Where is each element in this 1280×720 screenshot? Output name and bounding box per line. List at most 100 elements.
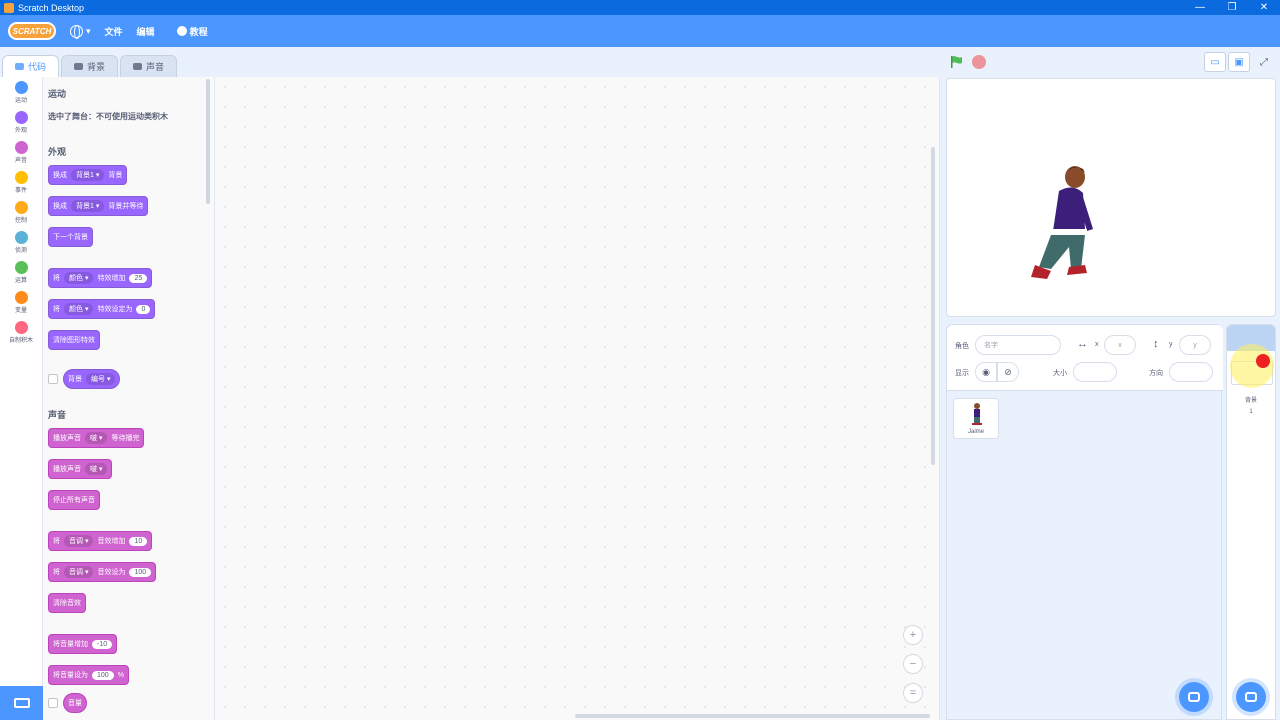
workspace-vertical-scrollbar[interactable] <box>931 147 935 465</box>
backdrop-dropdown[interactable]: 背景1 ▾ <box>71 169 105 181</box>
start-sound-block[interactable]: 播放声音 啵 ▾ <box>48 459 113 479</box>
minimize-button[interactable]: — <box>1184 0 1216 15</box>
sprite-name-input[interactable]: 名字 <box>975 335 1061 355</box>
hide-eye-icon[interactable]: ⊘ <box>997 362 1019 382</box>
category-label: 事件 <box>14 187 27 194</box>
sound-effect-dropdown[interactable]: 音调 ▾ <box>64 535 94 547</box>
clear-effects-block[interactable]: 清除图形特效 <box>48 330 100 350</box>
sprite-label: 角色 <box>955 343 969 350</box>
effect-dropdown[interactable]: 颜色 ▾ <box>64 272 94 284</box>
block-text: % <box>117 671 124 679</box>
switch-backdrop-wait-block[interactable]: 换成 背景1 ▾ 背景并等待 <box>48 196 149 216</box>
block-text: 换成 <box>53 203 67 210</box>
zoom-out-button[interactable]: − <box>903 654 923 674</box>
zoom-reset-button[interactable]: = <box>903 683 923 703</box>
zoom-in-button[interactable]: + <box>903 625 923 645</box>
switch-backdrop-block[interactable]: 换成 背景1 ▾ 背景 <box>48 165 128 185</box>
script-workspace[interactable]: + − = <box>215 77 940 720</box>
category-looks[interactable]: 外观 <box>0 107 42 137</box>
stage-canvas[interactable] <box>946 78 1276 317</box>
category-my-blocks[interactable]: 自制积木 <box>0 317 42 347</box>
volume-change-input[interactable]: -10 <box>92 639 113 649</box>
category-sensing[interactable]: 侦测 <box>0 227 42 257</box>
block-text: 将音量增加 <box>53 641 88 648</box>
volume-reporter[interactable]: 音量 <box>63 693 87 713</box>
size-input[interactable] <box>1073 362 1117 382</box>
category-dot-icon <box>14 260 28 274</box>
play-sound-until-done-block[interactable]: 播放声音 啵 ▾ 等待播完 <box>48 428 145 448</box>
tab-backdrops[interactable]: 背景 <box>61 55 119 77</box>
backdrop-attr-dropdown[interactable]: 编号 ▾ <box>86 373 116 385</box>
block-text: 将 <box>53 569 60 576</box>
next-backdrop-block[interactable]: 下一个背景 <box>48 227 93 247</box>
sound-effect-value-input[interactable]: 100 <box>129 567 152 577</box>
direction-input[interactable] <box>1169 362 1213 382</box>
menu-bar: SCRATCH ▾ 文件 编辑 教程 <box>0 15 1280 47</box>
sprite-tile-jaime[interactable]: Jaime <box>953 398 999 439</box>
tutorials-menu[interactable]: 教程 <box>176 25 208 38</box>
scratch-logo[interactable]: SCRATCH <box>8 22 56 40</box>
category-label: 控制 <box>14 217 27 224</box>
show-eye-icon[interactable]: ◉ <box>975 362 997 382</box>
change-sound-effect-block[interactable]: 将 音调 ▾ 音效增加 10 <box>48 531 153 551</box>
green-flag-icon[interactable] <box>949 55 963 69</box>
backdrop-dropdown[interactable]: 背景1 ▾ <box>71 200 105 212</box>
small-stage-button[interactable]: ▭ <box>1204 52 1226 72</box>
change-effect-block[interactable]: 将 颜色 ▾ 特效增加 25 <box>48 268 153 288</box>
extension-icon <box>13 698 30 708</box>
block-text: 背景 <box>108 172 123 179</box>
sprite-thumbnail <box>972 403 982 425</box>
y-label: y <box>1169 341 1173 348</box>
large-stage-button[interactable]: ▣ <box>1228 52 1250 72</box>
stop-icon[interactable] <box>972 55 986 69</box>
category-control[interactable]: 控制 <box>0 197 42 227</box>
change-volume-block[interactable]: 将音量增加 -10 <box>48 634 118 654</box>
choose-sprite-button[interactable] <box>1179 682 1209 712</box>
editor-tabs: 代码 背景 声音 <box>0 47 215 77</box>
sound-dropdown[interactable]: 啵 ▾ <box>85 463 108 475</box>
sound-effect-dropdown[interactable]: 音调 ▾ <box>64 566 94 578</box>
backdrop-label: 背景 <box>1244 398 1257 404</box>
backdrop-number-reporter[interactable]: 背景 编号 ▾ <box>63 369 121 389</box>
tab-sounds[interactable]: 声音 <box>120 55 178 77</box>
fullscreen-button[interactable]: ⤢ <box>1253 52 1275 72</box>
globe-icon <box>70 24 83 39</box>
block-text: 将 <box>53 538 60 545</box>
effect-amount-input[interactable]: 25 <box>129 273 148 283</box>
motion-disabled-note: 选中了舞台：不可使用运动类积木 <box>48 112 168 121</box>
show-label: 显示 <box>955 370 969 377</box>
effect-dropdown[interactable]: 颜色 ▾ <box>64 303 94 315</box>
choose-backdrop-button[interactable] <box>1236 682 1266 712</box>
category-sound[interactable]: 声音 <box>0 137 42 167</box>
maximize-button[interactable]: ❐ <box>1216 0 1248 15</box>
x-arrows-icon: ↔ <box>1077 338 1088 350</box>
set-effect-block[interactable]: 将 颜色 ▾ 特效设定为 0 <box>48 299 156 319</box>
tab-code[interactable]: 代码 <box>2 55 60 77</box>
stop-all-sounds-block[interactable]: 停止所有声音 <box>48 490 100 510</box>
workspace-horizontal-scrollbar[interactable] <box>575 714 930 718</box>
x-position-input[interactable]: x <box>1104 335 1136 355</box>
sound-effect-amount-input[interactable]: 10 <box>129 536 148 546</box>
sound-dropdown[interactable]: 啵 ▾ <box>85 432 108 444</box>
edit-menu[interactable]: 编辑 <box>137 25 155 38</box>
clear-sound-effects-block[interactable]: 清除音效 <box>48 593 86 613</box>
backdrop-number-checkbox[interactable] <box>48 374 58 384</box>
palette-scrollbar[interactable] <box>206 79 210 204</box>
file-menu[interactable]: 文件 <box>105 25 123 38</box>
category-menu: 运动 外观 声音 事件 控制 侦测 运算 变量 自制积木 <box>0 77 43 720</box>
category-events[interactable]: 事件 <box>0 167 42 197</box>
mouse-cursor-icon <box>1256 354 1270 368</box>
category-motion[interactable]: 运动 <box>0 77 42 107</box>
set-sound-effect-block[interactable]: 将 音调 ▾ 音效设为 100 <box>48 562 157 582</box>
close-button[interactable]: ✕ <box>1248 0 1280 15</box>
sprite-jaime-on-stage[interactable] <box>947 79 1276 317</box>
category-variables[interactable]: 变量 <box>0 287 42 317</box>
y-position-input[interactable]: y <box>1179 335 1211 355</box>
volume-checkbox[interactable] <box>48 698 58 708</box>
add-extension-button[interactable] <box>0 686 43 720</box>
effect-value-input[interactable]: 0 <box>136 304 151 314</box>
language-menu[interactable]: ▾ <box>70 24 91 39</box>
set-volume-block[interactable]: 将音量设为 100 % <box>48 665 129 685</box>
volume-value-input[interactable]: 100 <box>92 670 114 680</box>
category-operators[interactable]: 运算 <box>0 257 42 287</box>
